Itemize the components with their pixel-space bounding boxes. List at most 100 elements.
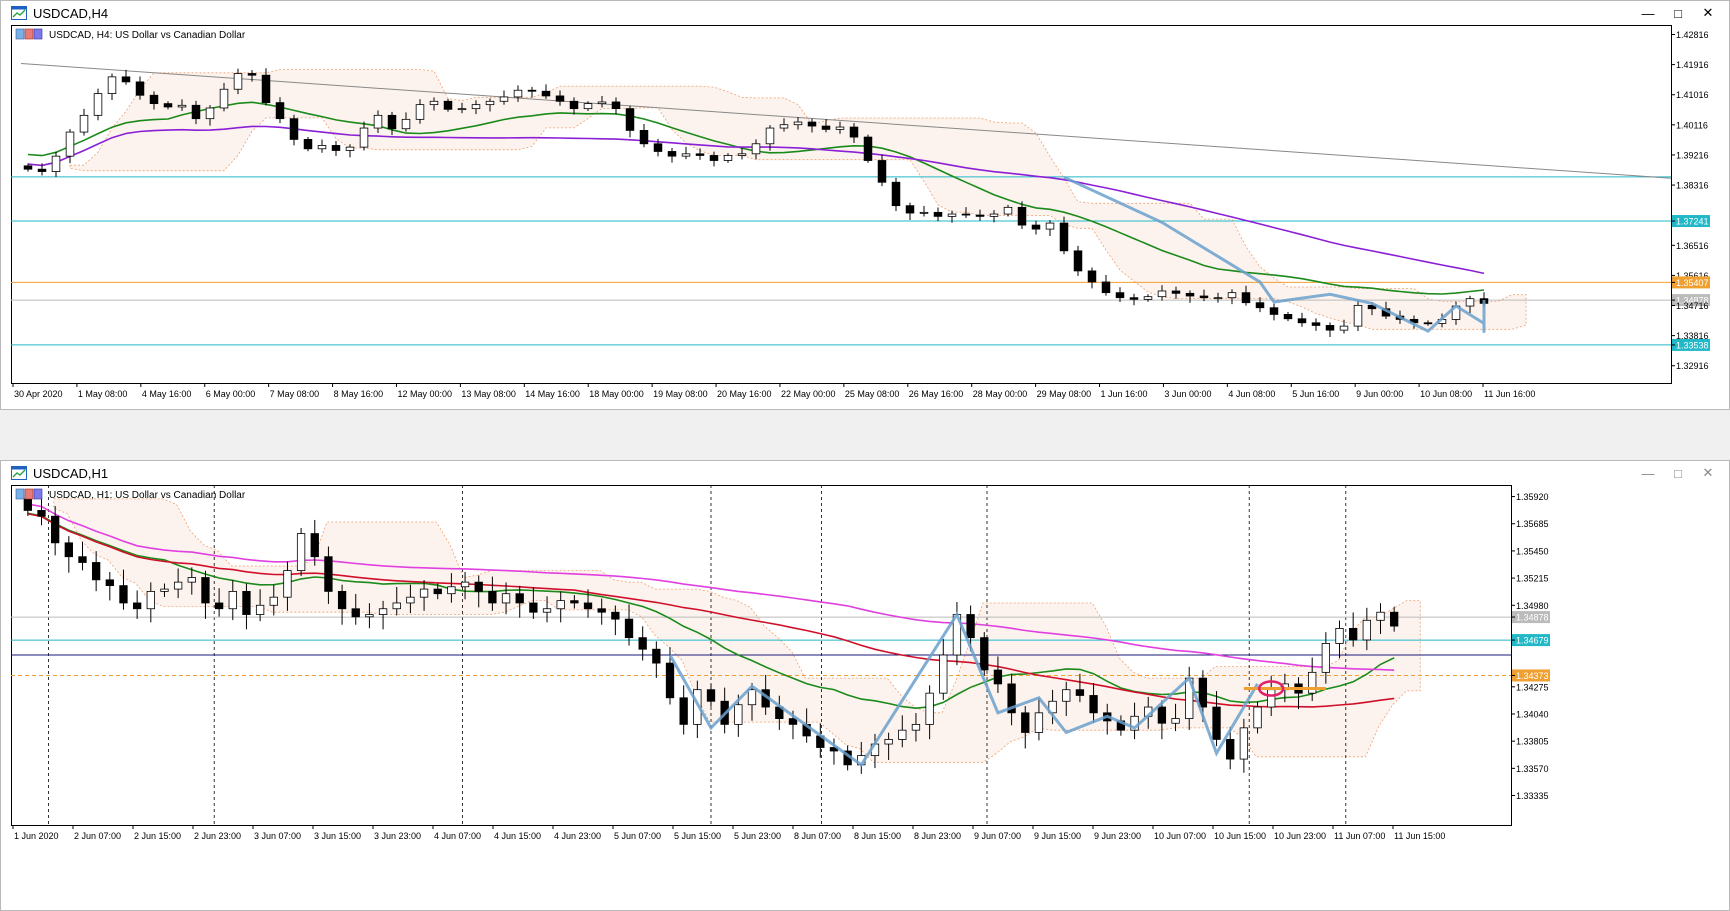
time-label: 19 May 08:00: [653, 389, 708, 399]
time-label: 9 Jun 15:00: [1034, 831, 1081, 841]
price-label: 1.41916: [1676, 60, 1709, 70]
candle-body: [1297, 318, 1307, 324]
price-label: 1.35685: [1516, 519, 1549, 529]
title-bar[interactable]: USDCAD,H1 — □ ✕: [1, 461, 1729, 485]
candle-body: [419, 588, 429, 598]
price-label: 1.35450: [1516, 546, 1549, 556]
candle-body: [555, 95, 565, 102]
candle-body: [499, 96, 509, 102]
price-chart-h1[interactable]: USDCAD, H1: US Dollar vs Canadian Dollar…: [11, 485, 1711, 905]
candle-body: [91, 562, 101, 581]
price-label: 1.34040: [1516, 709, 1549, 719]
candle-body: [228, 590, 237, 610]
candle-body: [751, 143, 761, 155]
candle-body: [638, 637, 647, 650]
candle-body: [933, 211, 943, 217]
candle-body: [373, 114, 383, 129]
candle-body: [283, 570, 292, 598]
candle-body: [191, 104, 201, 120]
close-icon[interactable]: ✕: [1693, 1, 1723, 25]
candle-body: [177, 104, 187, 108]
minimize-icon[interactable]: —: [1633, 1, 1663, 25]
candle-body: [1339, 325, 1349, 331]
restore-icon[interactable]: □: [1663, 1, 1693, 25]
candle-body: [460, 581, 470, 588]
candle-body: [925, 692, 934, 725]
candle-body: [1308, 671, 1317, 694]
candle-body: [891, 181, 901, 207]
candle-body: [79, 114, 89, 133]
time-label: 5 Jun 07:00: [614, 831, 661, 841]
time-label: 29 May 08:00: [1037, 389, 1092, 399]
candle-body: [447, 586, 456, 595]
chart-window-h4[interactable]: USDCAD,H4 — □ ✕ USDCAD, H4: US Dollar vs…: [0, 0, 1730, 410]
time-label: 1 Jun 2020: [14, 831, 59, 841]
time-label: 8 Jun 15:00: [854, 831, 901, 841]
candle-body: [835, 126, 845, 130]
time-label: 11 Jun 07:00: [1334, 831, 1385, 841]
candle-body: [1227, 292, 1237, 299]
time-label: 5 Jun 23:00: [734, 831, 781, 841]
price-chart-h4[interactable]: USDCAD, H4: US Dollar vs Canadian Dollar…: [11, 25, 1711, 407]
candle-body: [365, 614, 374, 618]
restore-icon[interactable]: □: [1663, 461, 1693, 485]
time-label: 1 Jun 16:00: [1101, 389, 1148, 399]
candle-body: [513, 89, 523, 98]
title-bar[interactable]: USDCAD,H4 — □ ✕: [1, 1, 1729, 25]
candle-body: [1115, 292, 1125, 299]
candle-body: [529, 602, 538, 613]
candle-body: [793, 121, 803, 126]
time-label: 6 May 00:00: [206, 389, 256, 399]
candle-body: [1185, 292, 1195, 297]
time-label: 3 Jun 00:00: [1164, 389, 1211, 399]
candle-body: [1239, 727, 1249, 760]
candle-body: [1226, 739, 1235, 760]
candle-body: [261, 74, 271, 104]
candle-body: [583, 602, 593, 610]
candle-body: [993, 669, 1003, 685]
candle-body: [1034, 712, 1044, 733]
candle-body: [37, 168, 47, 172]
close-icon[interactable]: ✕: [1693, 461, 1723, 485]
candle-body: [242, 590, 251, 615]
candle-body: [351, 608, 360, 618]
time-label: 8 Jun 07:00: [794, 831, 841, 841]
candle-body: [665, 662, 675, 699]
candle-body: [747, 689, 757, 706]
candle-body: [135, 81, 145, 96]
candle-body: [187, 577, 196, 583]
candle-body: [542, 608, 552, 613]
candle-body: [289, 118, 299, 140]
candle-body: [625, 108, 635, 131]
candle-body: [107, 76, 117, 94]
time-label: 11 Jun 16:00: [1484, 389, 1535, 399]
candle-body: [146, 590, 155, 610]
time-label: 12 May 00:00: [397, 389, 452, 399]
candle-body: [163, 103, 173, 108]
price-label: 1.39216: [1676, 150, 1709, 160]
candle-body: [1062, 689, 1071, 702]
price-label: 1.41016: [1676, 90, 1709, 100]
header-icon: [15, 28, 25, 40]
price-label: 1.33570: [1516, 764, 1549, 774]
candle-body: [406, 596, 415, 604]
candle-body: [275, 102, 285, 120]
candle-body: [105, 579, 114, 587]
header-icon: [33, 28, 43, 40]
price-label: 1.40116: [1676, 120, 1708, 130]
time-label: 2 Jun 23:00: [194, 831, 241, 841]
chart-window-h1[interactable]: USDCAD,H1 — □ ✕ USDCAD, H1: US Dollar vs…: [0, 460, 1730, 911]
candle-body: [849, 126, 859, 138]
candle-body: [1390, 611, 1399, 627]
candle-body: [296, 533, 306, 571]
time-label: 5 Jun 16:00: [1292, 389, 1339, 399]
minimize-icon[interactable]: —: [1633, 461, 1663, 485]
time-label: 8 Jun 23:00: [914, 831, 961, 841]
candle-body: [331, 145, 341, 151]
time-label: 3 Jun 15:00: [314, 831, 361, 841]
candle-body: [1213, 297, 1223, 300]
candle-body: [989, 213, 999, 217]
candle-body: [1087, 270, 1097, 283]
candle-body: [1199, 295, 1209, 299]
candle-body: [569, 100, 579, 110]
